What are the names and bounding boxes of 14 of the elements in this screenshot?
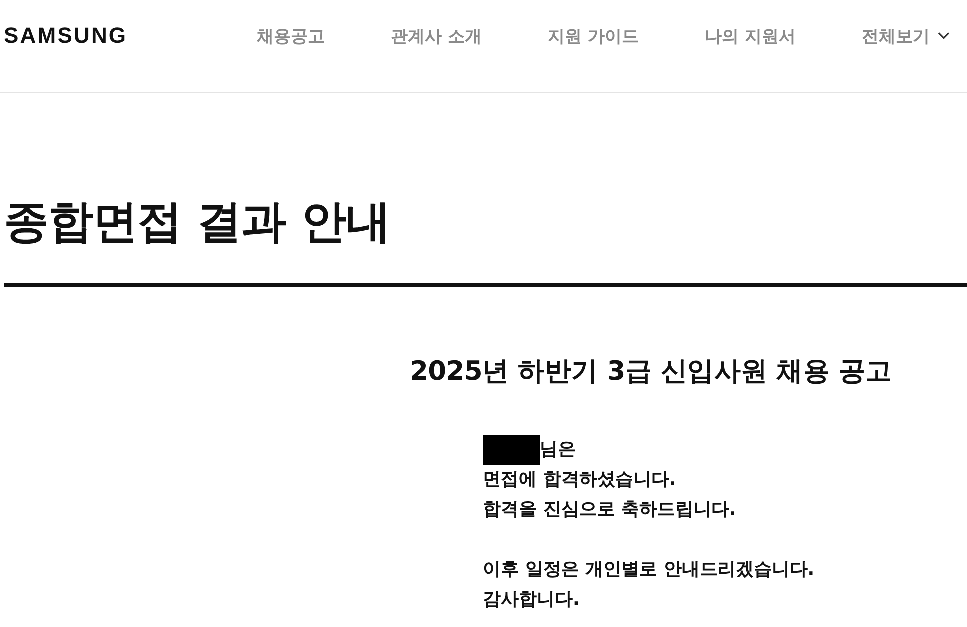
message-text: 합격을 진심으로 축하드립니다. (483, 498, 736, 522)
nav-link[interactable]: 지원 가이드 (548, 24, 640, 48)
message-text: 면접에 합격하셨습니다. (483, 468, 676, 492)
notice-heading: 2025년 하반기 3급 신입사원 채용 공고 (410, 355, 894, 389)
message-text: 감사합니다. (483, 588, 580, 612)
message-text: 님은 (540, 438, 576, 462)
nav-link[interactable]: 채용공고 (257, 24, 326, 48)
brand-logo[interactable]: SAMSUNG (4, 23, 128, 49)
message-text: 이후 일정은 개인별로 안내드리겠습니다. (483, 558, 815, 582)
nav-link[interactable]: 관계사 소개 (391, 24, 482, 48)
page-title: 종합면접 결과 안내 (4, 194, 392, 250)
nav-link[interactable]: 나의 지원서 (705, 24, 796, 48)
nav-link[interactable]: 전체보기 (862, 24, 950, 48)
chevron-down-icon[interactable] (938, 32, 950, 40)
